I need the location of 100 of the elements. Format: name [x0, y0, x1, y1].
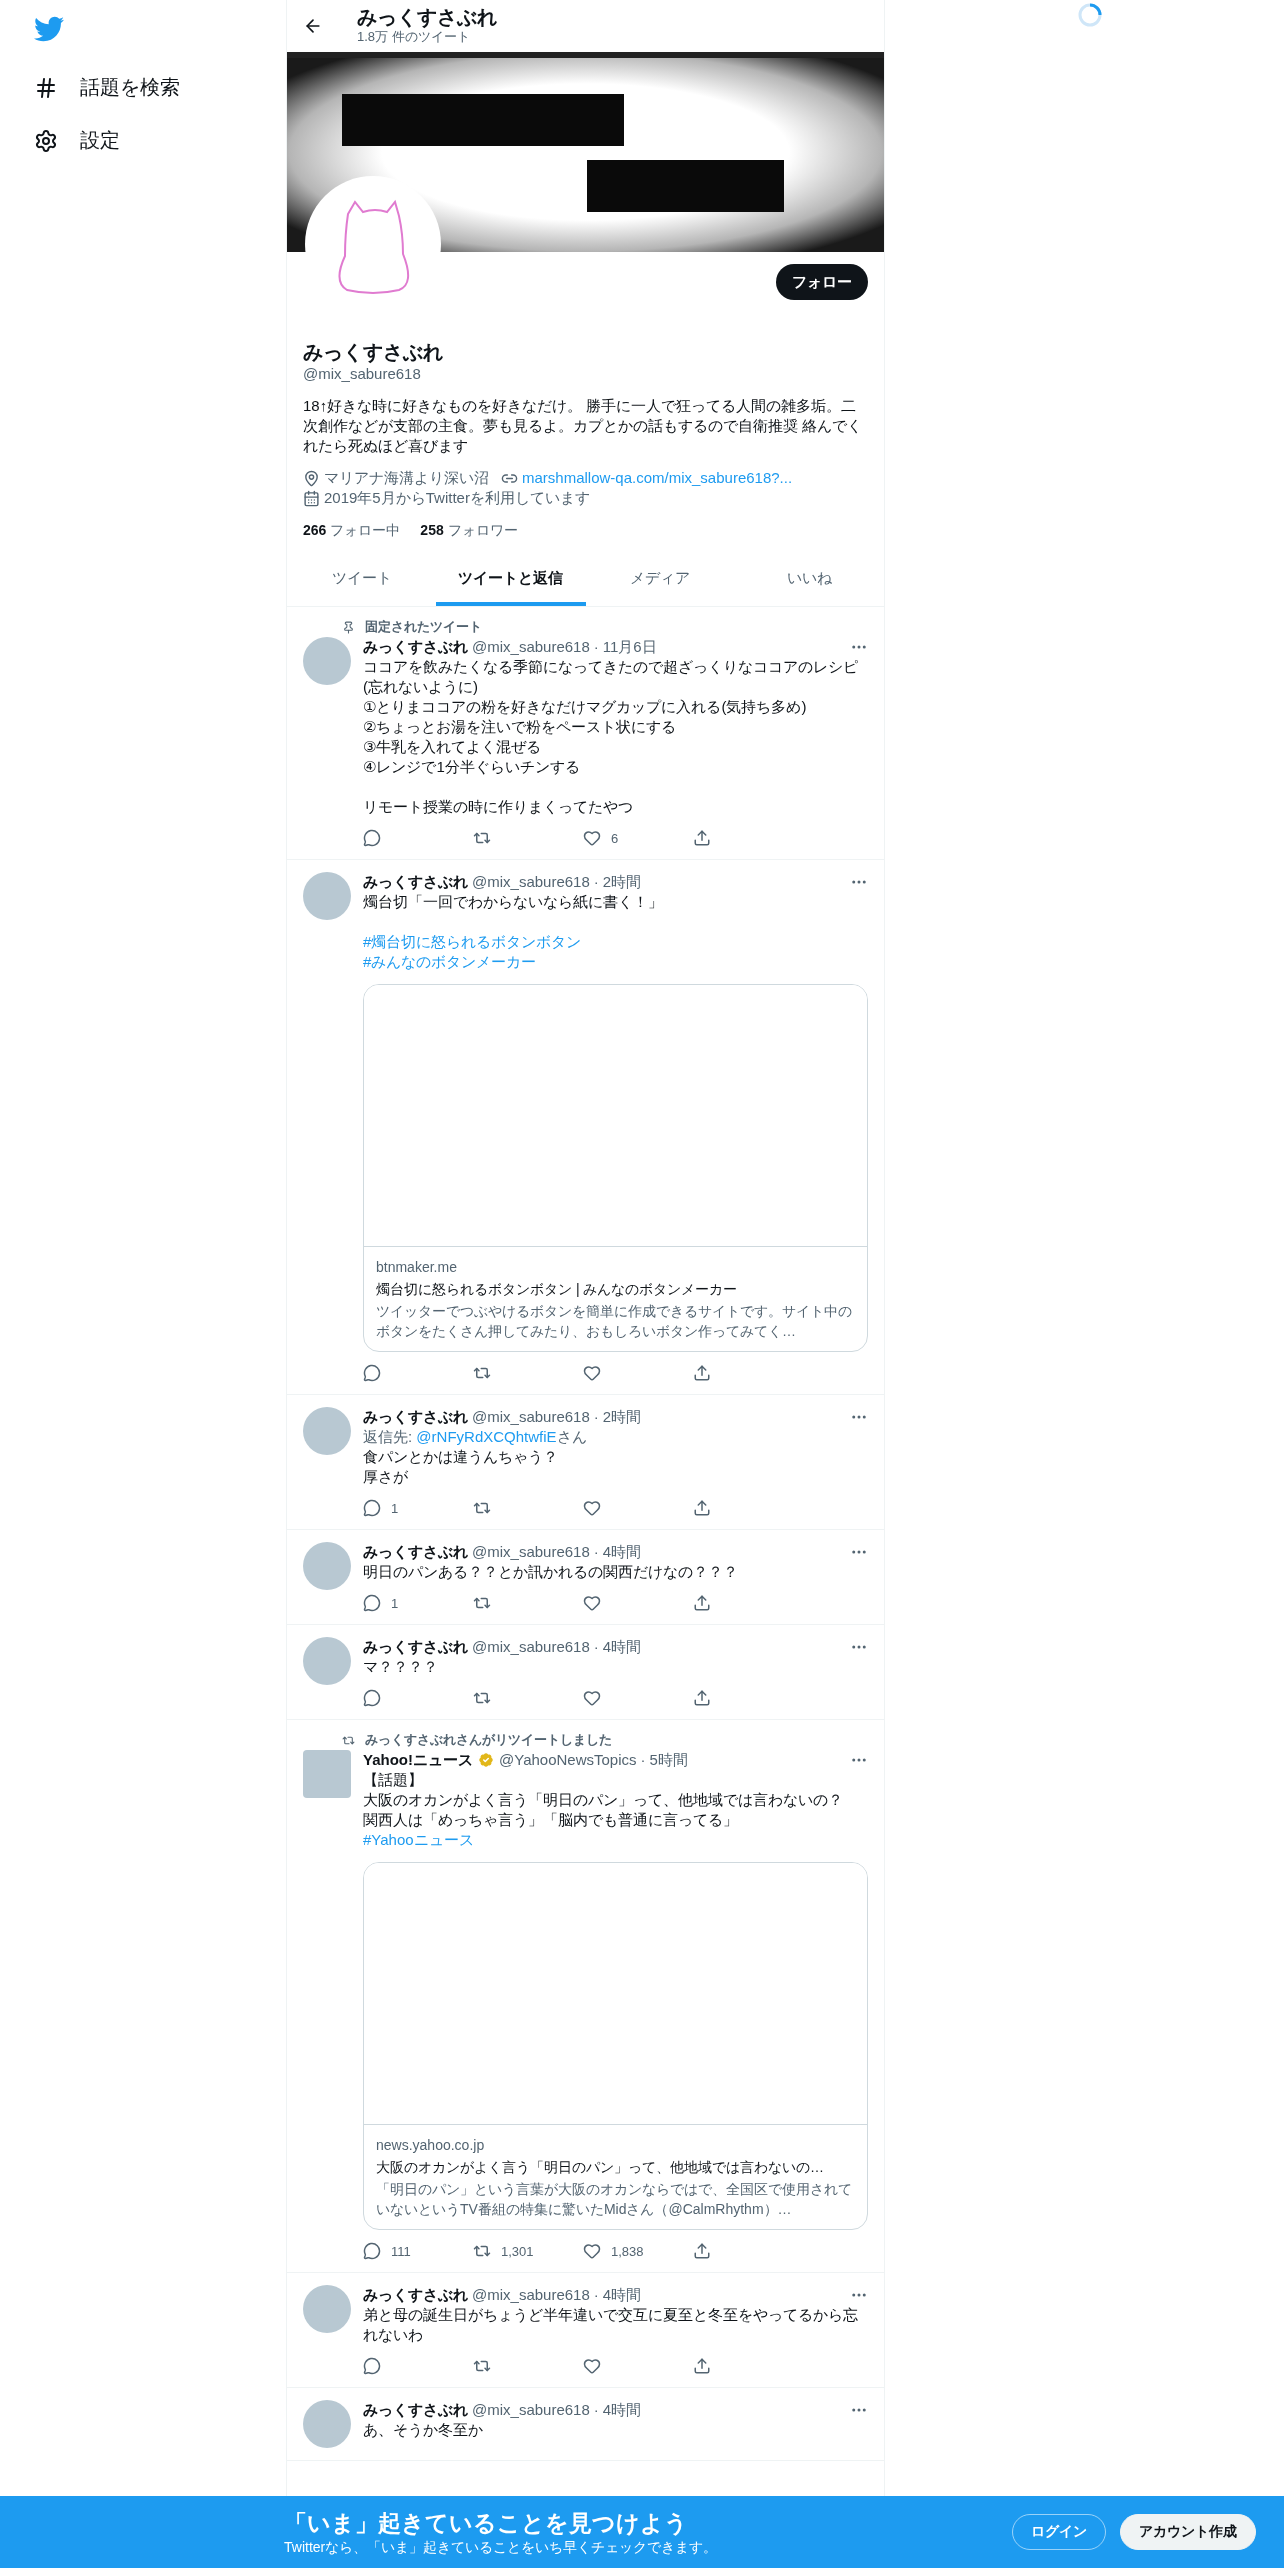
tweet-time[interactable]: 4時間: [602, 1542, 642, 1562]
signup-button[interactable]: アカウント作成: [1120, 2514, 1256, 2550]
author-name[interactable]: みっくすさぶれ: [363, 872, 468, 892]
reply-button[interactable]: [363, 1689, 381, 1707]
author-name[interactable]: みっくすさぶれ: [363, 2400, 468, 2420]
profile-tab[interactable]: ツイート: [287, 554, 437, 606]
profile-handle: @mix_sabure618: [303, 364, 422, 384]
action-count: 6: [611, 830, 619, 846]
share-icon: [693, 2242, 711, 2260]
author-name[interactable]: Yahoo!ニュース: [363, 1750, 473, 1770]
separator-dot: ·: [593, 1542, 599, 1562]
share-button[interactable]: [693, 1594, 711, 1612]
author-handle[interactable]: @YahooNewsTopics: [499, 1750, 637, 1770]
author-handle[interactable]: @mix_sabure618: [472, 2285, 590, 2305]
tweet-time[interactable]: 2時間: [602, 1407, 642, 1427]
share-button[interactable]: [693, 829, 711, 847]
tweet-text: ④レンジで1分半ぐらいチンする: [363, 757, 581, 777]
author-handle[interactable]: @mix_sabure618: [472, 1637, 590, 1657]
share-icon: [693, 1364, 711, 1382]
retweet-button[interactable]: 1,301: [473, 2242, 534, 2260]
profile-tab[interactable]: メディア: [585, 554, 735, 606]
author-name[interactable]: みっくすさぶれ: [363, 2285, 468, 2305]
share-button[interactable]: [693, 1364, 711, 1382]
link-card[interactable]: btnmaker.me 燭台切に怒られるボタンボタン | みんなのボタンメーカー ツイッターでつぶやけるボタンを簡単に作成できるサイトです。サイト中のボタンをたくさん押してみたり、おもしろいボタン作ってみてく…: [363, 984, 868, 1352]
tweet[interactable]: みっくすさぶれ @mix_sabure618 · 2時間 返信先: @rNFyRdXCQhtwfiEさん 食パンとかは違うんちゃう？ 厚さが 1: [287, 1395, 884, 1530]
card-description: 「明日のパン」という言葉が大阪のオカンならではで、全国区で使用されていないというTV番組の特集に驚いたMidさん（@CalmRhythm）…: [376, 2180, 853, 2219]
separator-dot: ·: [593, 872, 599, 892]
author-name[interactable]: みっくすさぶれ: [363, 637, 468, 657]
tweet[interactable]: みっくすさぶれ @mix_sabure618 · 4時間 あ、そうか冬至か: [287, 2388, 884, 2461]
followers-link[interactable]: 258 フォロワー: [420, 522, 518, 540]
tweet-text: 厚さが: [363, 1467, 409, 1487]
tweet-time[interactable]: 4時間: [602, 2400, 642, 2420]
reply-button[interactable]: [363, 1364, 381, 1382]
loading-spinner-icon: [1077, 2, 1103, 28]
following-link[interactable]: 266 フォロー中: [303, 522, 401, 540]
separator-dot: ·: [640, 1750, 646, 1770]
author-name[interactable]: みっくすさぶれ: [363, 1542, 468, 1562]
bird-logo-icon[interactable]: [34, 14, 64, 44]
reply-button[interactable]: 1: [363, 1594, 399, 1612]
reply-button[interactable]: 111: [363, 2242, 411, 2260]
reply-button[interactable]: 1: [363, 1499, 399, 1517]
separator-dot: ·: [593, 637, 599, 657]
reply-icon: [363, 1499, 381, 1517]
like-button[interactable]: 6: [583, 829, 619, 847]
card-title: 大阪のオカンがよく言う「明日のパン」って、他地域では言わないの…: [376, 2158, 825, 2177]
like-button[interactable]: [583, 1594, 601, 1612]
pin-icon: [341, 620, 355, 634]
author-name[interactable]: みっくすさぶれ: [363, 1407, 468, 1427]
tweet[interactable]: みっくすさぶれ @mix_sabure618 · 4時間 明日のパンある？？とか訊かれるの関西だけなの？？？ 1: [287, 1530, 884, 1625]
tweet[interactable]: みっくすさぶれ @mix_sabure618 · 4時間 弟と母の誕生日がちょうど半年違いで交互に夏至と冬至をやってるから忘れないわ: [287, 2273, 884, 2388]
tweet-time[interactable]: 4時間: [602, 2285, 642, 2305]
reply-button[interactable]: [363, 829, 381, 847]
share-button[interactable]: [693, 2357, 711, 2375]
tweet-time[interactable]: 4時間: [602, 1637, 642, 1657]
nav-item[interactable]: 設定: [34, 119, 286, 162]
settings-icon: [34, 128, 58, 153]
like-button[interactable]: [583, 2357, 601, 2375]
location-icon: [303, 469, 320, 487]
tweet-text: ②ちょっとお湯を注いで粉をペースト状にする: [363, 717, 678, 737]
share-icon: [693, 1499, 711, 1517]
heart-icon: [583, 1499, 601, 1517]
separator-dot: ·: [593, 2400, 599, 2420]
like-button[interactable]: [583, 1689, 601, 1707]
reply-to-text: 返信先: @rNFyRdXCQhtwfiEさん: [363, 1427, 588, 1447]
tweet[interactable]: みっくすさぶれ @mix_sabure618 · 4時間 マ？？？？: [287, 1625, 884, 1720]
reply-icon: [363, 1364, 381, 1382]
author-handle[interactable]: @mix_sabure618: [472, 1542, 590, 1562]
profile-tab[interactable]: ツイートと返信: [436, 554, 586, 606]
like-button[interactable]: [583, 1364, 601, 1382]
author-handle[interactable]: @mix_sabure618: [472, 2400, 590, 2420]
heart-icon: [583, 1364, 601, 1382]
profile-tab[interactable]: いいね: [734, 554, 884, 606]
share-icon: [693, 1689, 711, 1707]
tweet[interactable]: みっくすさぶれ @mix_sabure618 · 2時間 燭台切「一回でわからないなら紙に書く！」 #燭台切に怒られるボタンボタン #みんなのボタンメーカー btnmaker.me 燭台切に怒られるボタンボタン | みんなのボタンメーカー ツイッターでつぶやけるボタンを簡単に作成できるサイトです。サイト中のボタンをたくさん押してみたり、おもしろいボタン作ってみてく…: [287, 860, 884, 1395]
tweet-text: 明日のパンある？？とか訊かれるの関西だけなの？？？: [363, 1562, 739, 1582]
tweet-text: マ？？？？: [363, 1657, 439, 1677]
share-button[interactable]: [693, 1499, 711, 1517]
tweet-text: 関西人は「めっちゃ言う」「脳内でも普通に言ってる」: [363, 1810, 739, 1830]
nav-item[interactable]: 話題を検索: [34, 66, 286, 109]
author-handle[interactable]: @mix_sabure618: [472, 637, 590, 657]
share-icon: [693, 829, 711, 847]
tweet-time[interactable]: 11月6日: [602, 637, 657, 657]
follow-button[interactable]: フォロー: [776, 264, 868, 300]
tweet-count: 1.8万 件のツイート: [357, 28, 471, 46]
reply-button[interactable]: [363, 2357, 381, 2375]
share-button[interactable]: [693, 2242, 711, 2260]
author-handle[interactable]: @mix_sabure618: [472, 872, 590, 892]
tweet[interactable]: 固定されたツイート みっくすさぶれ @mix_sabure618 · 11月6日 ココアを飲みたくなる季節になってきたので超ざっくりなココアのレシピ(忘れないように) ①とりまココアの粉を好きなだけマグカップに入れる(気持ち多め) ②ちょっとお湯を注いで粉をペースト状にする ③牛乳を入れてよく混ぜる ④レンジで1分半ぐらいチンする リモート授業の時に作りまくってたやつ 6: [287, 607, 884, 860]
share-button[interactable]: [693, 1689, 711, 1707]
link-card[interactable]: news.yahoo.co.jp 大阪のオカンがよく言う「明日のパン」って、他地域では言わないの… 「明日のパン」という言葉が大阪のオカンならではで、全国区で使用されていないというTV番組の特集に驚いたMidさん（@CalmRhythm）…: [363, 1862, 868, 2230]
heart-icon: [583, 1689, 601, 1707]
like-button[interactable]: [583, 1499, 601, 1517]
tweet-text: ①とりまココアの粉を好きなだけマグカップに入れる(気持ち多め): [363, 697, 808, 717]
author-name[interactable]: みっくすさぶれ: [363, 1637, 468, 1657]
author-handle[interactable]: @mix_sabure618: [472, 1407, 590, 1427]
like-button[interactable]: 1,838: [583, 2242, 644, 2260]
tweet-text: あ、そうか冬至か: [363, 2420, 484, 2440]
tweet-time[interactable]: 2時間: [602, 872, 642, 892]
hashtag-icon: [34, 75, 58, 100]
tweet-time[interactable]: 5時間: [649, 1750, 688, 1770]
